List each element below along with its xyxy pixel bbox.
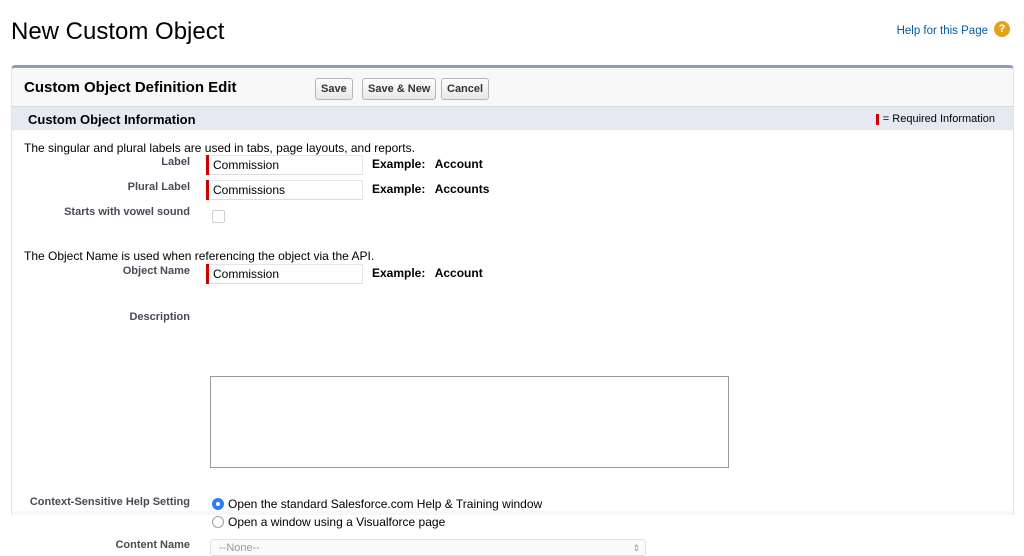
description-label: Description xyxy=(129,311,190,323)
object-name-intro-text: The Object Name is used when referencing… xyxy=(24,249,375,263)
content-name-value: --None-- xyxy=(219,542,260,554)
content-name-select[interactable]: --None-- ⇕ xyxy=(210,539,646,556)
help-link[interactable]: Help for this Page xyxy=(897,25,988,37)
cancel-button[interactable]: Cancel xyxy=(441,78,490,100)
label-example-prefix: Example: xyxy=(372,157,426,171)
label-field-wrapper xyxy=(206,155,363,175)
help-setting-visualforce-text: Open a window using a Visualforce page xyxy=(228,515,446,529)
panel-title: Custom Object Definition Edit xyxy=(24,79,237,96)
required-legend-text: = Required Information xyxy=(882,113,995,125)
save-and-new-button[interactable]: Save & New xyxy=(362,78,437,100)
object-name-example-value: Account xyxy=(434,266,483,280)
plural-label-input[interactable] xyxy=(209,180,363,200)
page-title: New Custom Object xyxy=(11,18,225,45)
section-title: Custom Object Information xyxy=(28,112,196,127)
radio-unselected-icon[interactable] xyxy=(212,516,224,528)
select-arrows-icon: ⇕ xyxy=(632,543,640,553)
plural-label-field-wrapper xyxy=(206,180,363,200)
help-setting-label: Context-Sensitive Help Setting xyxy=(29,496,190,508)
vowel-sound-label: Starts with vowel sound xyxy=(64,206,190,218)
help-setting-standard-option[interactable]: Open the standard Salesforce.com Help & … xyxy=(212,497,542,511)
plural-label-example-prefix: Example: xyxy=(372,182,426,196)
object-name-field-wrapper xyxy=(206,264,363,284)
plural-label-example-value: Accounts xyxy=(434,182,490,196)
plural-label-field-label: Plural Label xyxy=(127,181,190,193)
label-example: Example: Account xyxy=(372,157,483,171)
label-field-label: Label xyxy=(161,156,190,168)
form-content: The singular and plural labels are used … xyxy=(12,131,1013,556)
label-input[interactable] xyxy=(209,155,363,175)
help-setting-standard-text: Open the standard Salesforce.com Help & … xyxy=(228,497,543,511)
help-icon[interactable]: ? xyxy=(994,21,1010,37)
radio-selected-icon[interactable] xyxy=(212,498,224,510)
object-name-example-prefix: Example: xyxy=(372,266,426,280)
description-textarea[interactable] xyxy=(210,376,729,468)
custom-object-edit-panel: Custom Object Definition Edit Save Save … xyxy=(11,65,1014,556)
vowel-sound-checkbox[interactable] xyxy=(212,210,225,223)
section-header: Custom Object Information = Required Inf… xyxy=(12,106,1013,130)
label-example-value: Account xyxy=(434,157,483,171)
content-name-label: Content Name xyxy=(115,539,190,551)
required-marker-icon xyxy=(875,113,879,125)
object-name-example: Example: Account xyxy=(372,266,483,280)
object-name-field-label: Object Name xyxy=(122,265,190,277)
save-button[interactable]: Save xyxy=(315,78,353,100)
labels-intro-text: The singular and plural labels are used … xyxy=(24,141,415,155)
help-setting-visualforce-option[interactable]: Open a window using a Visualforce page xyxy=(212,515,445,529)
plural-label-example: Example: Accounts xyxy=(372,182,489,196)
object-name-input[interactable] xyxy=(209,264,363,284)
required-legend: = Required Information xyxy=(875,113,995,125)
